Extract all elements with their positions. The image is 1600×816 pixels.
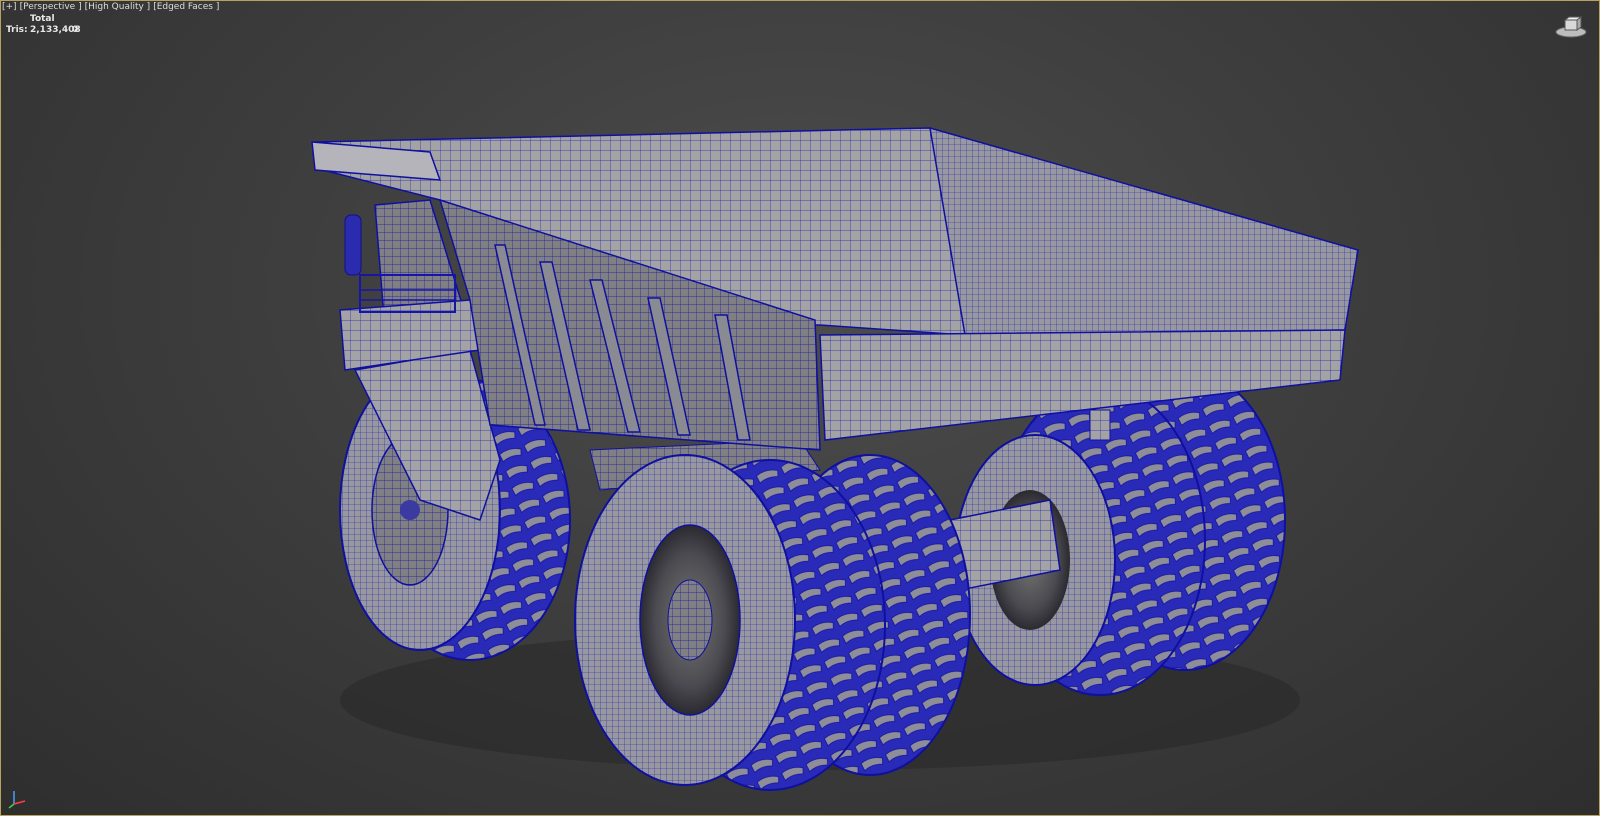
viewport-label-menu: [+] [Perspective ] [High Quality ] [Edge… (2, 2, 219, 12)
stats-tris-total: 2,133,408 (30, 25, 81, 35)
viewport-edged-faces-menu[interactable]: [Edged Faces ] (153, 2, 219, 12)
statistics-overlay: Total Tris: 2,133,408 0 (6, 14, 81, 36)
stats-header: Total (30, 14, 55, 24)
axis-tripod-icon (8, 791, 26, 809)
rear-left-wheels (574, 454, 971, 791)
stats-tris-row: Tris: 2,133,408 0 (6, 25, 81, 36)
viewport-shading-menu[interactable]: [High Quality ] (85, 2, 151, 12)
viewport-plus-menu[interactable]: [+] (2, 2, 17, 12)
viewcube-icon[interactable] (1554, 14, 1588, 38)
viewport-scene[interactable] (0, 0, 1600, 816)
viewport-camera-menu[interactable]: [Perspective ] (20, 2, 82, 12)
stats-tris-label: Tris: (6, 25, 28, 35)
stats-tris-selected: 0 (72, 25, 79, 35)
